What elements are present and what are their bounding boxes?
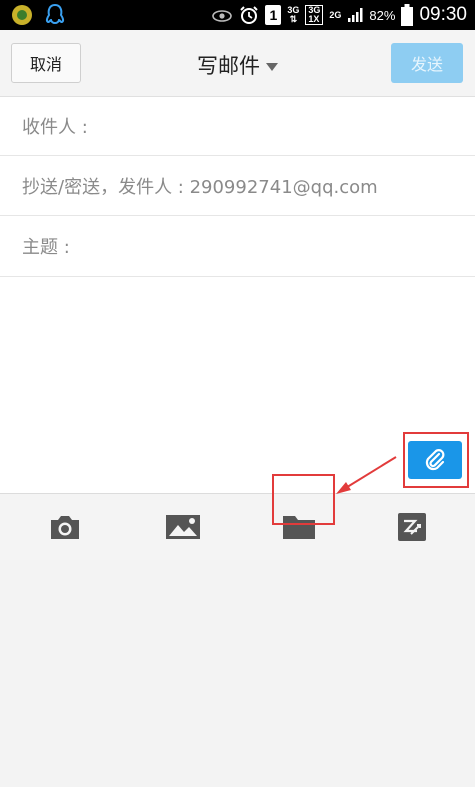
folder-highlight bbox=[272, 474, 335, 525]
clock: 09:30 bbox=[419, 4, 467, 25]
paperclip-icon bbox=[425, 449, 445, 471]
cc-bcc-from-label: 抄送/密送，发件人 : 290992741@qq.com bbox=[22, 176, 378, 198]
scan-edit-icon bbox=[398, 513, 426, 541]
subject-field[interactable]: 主题 : bbox=[0, 216, 475, 277]
gallery-button[interactable] bbox=[153, 494, 213, 560]
compose-header: 取消 写邮件 发送 bbox=[0, 30, 475, 97]
bottom-panel bbox=[0, 560, 475, 787]
sim-slot-badge: 1 bbox=[265, 5, 282, 25]
cc-bcc-from-field[interactable]: 抄送/密送，发件人 : 290992741@qq.com bbox=[0, 156, 475, 216]
camera-button[interactable] bbox=[35, 494, 95, 560]
subject-label: 主题 : bbox=[22, 237, 70, 258]
app-notification-icon bbox=[12, 5, 32, 25]
to-field[interactable]: 收件人 : bbox=[0, 97, 475, 156]
dropdown-caret-icon bbox=[266, 63, 278, 71]
signal-icon bbox=[348, 8, 363, 22]
eye-icon bbox=[212, 10, 233, 22]
battery-icon bbox=[401, 4, 414, 26]
battery-percent: 82% bbox=[369, 7, 396, 23]
to-label: 收件人 : bbox=[22, 117, 88, 138]
attach-button[interactable] bbox=[408, 441, 462, 479]
camera-icon bbox=[51, 516, 79, 539]
attachment-toolbar bbox=[0, 493, 475, 561]
qq-penguin-icon bbox=[45, 3, 65, 24]
send-button[interactable]: 发送 bbox=[391, 43, 463, 83]
status-bar: 1 3G ⇅ 3G 1X 2G 82% 09:30 bbox=[0, 0, 475, 30]
compose-form: 收件人 : 抄送/密送，发件人 : 290992741@qq.com 主题 : bbox=[0, 97, 475, 277]
image-icon bbox=[166, 515, 200, 539]
dual-network-indicator: 3G 1X bbox=[305, 5, 324, 25]
scan-edit-button[interactable] bbox=[382, 494, 442, 560]
page-title: 写邮件 bbox=[197, 54, 260, 78]
alarm-icon bbox=[240, 6, 259, 24]
network-2g-indicator: 2G bbox=[329, 9, 342, 20]
network-3g-indicator: 3G ⇅ bbox=[287, 5, 300, 24]
